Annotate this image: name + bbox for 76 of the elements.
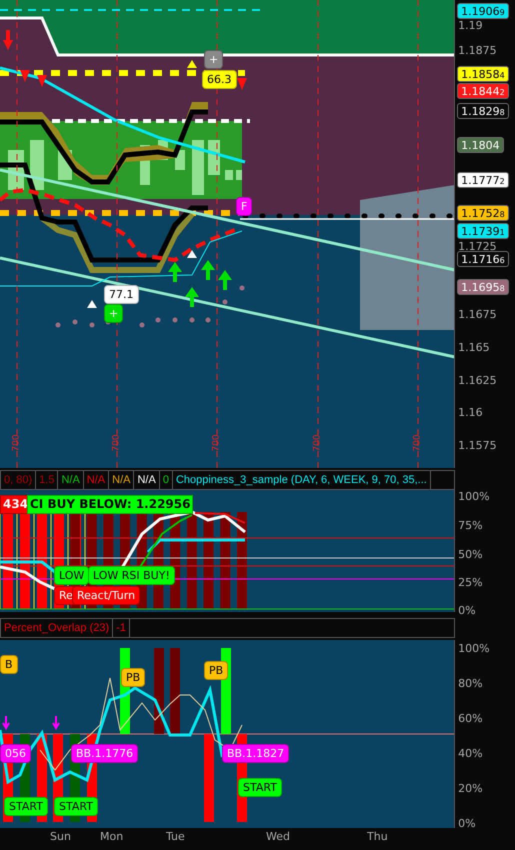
axis-tick-label: 1.1575 <box>458 439 497 453</box>
axis-tick-label: 0% <box>458 604 476 618</box>
axis-tick-label: 50% <box>458 548 483 562</box>
chart-callout: LOW RSI BUY! <box>88 566 175 585</box>
axis-tick-label: 1.1675 <box>458 308 497 322</box>
chart-callout: 66.3 <box>202 70 236 89</box>
chart-callout: LOW <box>54 566 90 585</box>
axis-tick-label: 1.1725 <box>458 240 497 254</box>
chart-callout: + <box>104 304 124 323</box>
axis-tick-label: 75% <box>458 519 483 533</box>
chart-callout: PB <box>121 668 146 687</box>
price-label: 1.17528 <box>457 205 509 221</box>
up-arrow-icon <box>218 270 232 290</box>
axis-tick-label: 100% <box>458 490 490 504</box>
study-header-cell: Choppiness_3_sample (DAY, 6, WEEK, 9, 70, 35,... <box>172 471 431 489</box>
price-label: 1.16958 <box>457 279 509 295</box>
chart-callout: PB <box>204 661 228 680</box>
down-arrow-icon <box>2 715 10 730</box>
price-label: 1.18442 <box>457 83 509 99</box>
down-arrow-icon <box>52 715 60 730</box>
axis-tick-label: 1.19 <box>458 19 483 33</box>
study-header-cell: N/A <box>134 471 160 489</box>
down-arrow-icon <box>20 70 30 82</box>
axis-tick-label: 60% <box>458 712 483 726</box>
axis-tick-label: 1.1625 <box>458 374 497 388</box>
chart-callout: + <box>204 50 224 69</box>
day-label: Wed <box>266 830 290 843</box>
up-arrow-icon <box>185 287 199 307</box>
axis-tick-label: 0% <box>458 817 476 831</box>
price-label: 1.1804 <box>457 137 504 153</box>
chart-callout: START <box>238 778 282 797</box>
up-arrow-icon <box>201 260 215 280</box>
price-label: 1.17391 <box>457 223 509 239</box>
study-header-cell: N/A <box>84 471 110 489</box>
price-label: 1.19069 <box>457 3 509 19</box>
axis-tick-label: 20% <box>458 782 483 796</box>
study-header-cell: 1.5 <box>36 471 58 489</box>
day-label: Mon <box>100 830 124 843</box>
chart-callout: START <box>54 797 98 816</box>
day-label: Thu <box>367 830 388 843</box>
chart-callout: React/Turn <box>72 586 140 605</box>
chart-callout: BB.1.1776 <box>71 744 138 763</box>
chart-callout: 056 <box>0 744 31 763</box>
triangle-marker <box>187 250 197 258</box>
day-label: Sun <box>50 830 71 843</box>
chart-callout: BB.1.1827 <box>222 744 290 763</box>
study-header-cell: N/A <box>109 471 134 489</box>
axis-tick-label: 1.16 <box>458 406 483 420</box>
price-label: 1.17772 <box>457 172 509 188</box>
down-arrow-icon <box>3 30 13 50</box>
study-header-cell: Percent_Overlap (23) <box>1 619 114 637</box>
day-label: Tue <box>166 830 185 843</box>
axis-tick-label: 100% <box>458 642 490 656</box>
chart-callout: CI BUY BELOW: 1.22956 <box>27 495 194 514</box>
down-arrow-icon <box>237 78 247 90</box>
study-header-cell: N/A <box>58 471 84 489</box>
chart-callout: B <box>0 655 18 674</box>
axis-tick-label: 1.1875 <box>458 44 497 58</box>
axis-tick-label: 80% <box>458 677 483 691</box>
axis-tick-label: 25% <box>458 576 483 590</box>
triangle-marker <box>187 60 197 68</box>
triangle-marker <box>87 300 97 308</box>
candlestick <box>192 140 204 195</box>
chart-callout: START <box>4 797 48 816</box>
up-arrow-icon <box>168 262 182 282</box>
chart-callout: F <box>236 197 252 216</box>
price-label: 1.18298 <box>457 103 509 119</box>
price-label: 1.17166 <box>457 251 509 267</box>
study-header-cell: 0 <box>160 471 173 489</box>
chart-callout: 77.1 <box>104 285 138 304</box>
price-label: 1.18584 <box>457 66 509 82</box>
study-header-cell: -1 <box>113 619 130 637</box>
axis-tick-label: 1.165 <box>458 341 490 355</box>
down-arrow-icon <box>37 75 47 87</box>
axis-tick-label: 40% <box>458 747 483 761</box>
study-header-cell: 0, 80) <box>1 471 36 489</box>
